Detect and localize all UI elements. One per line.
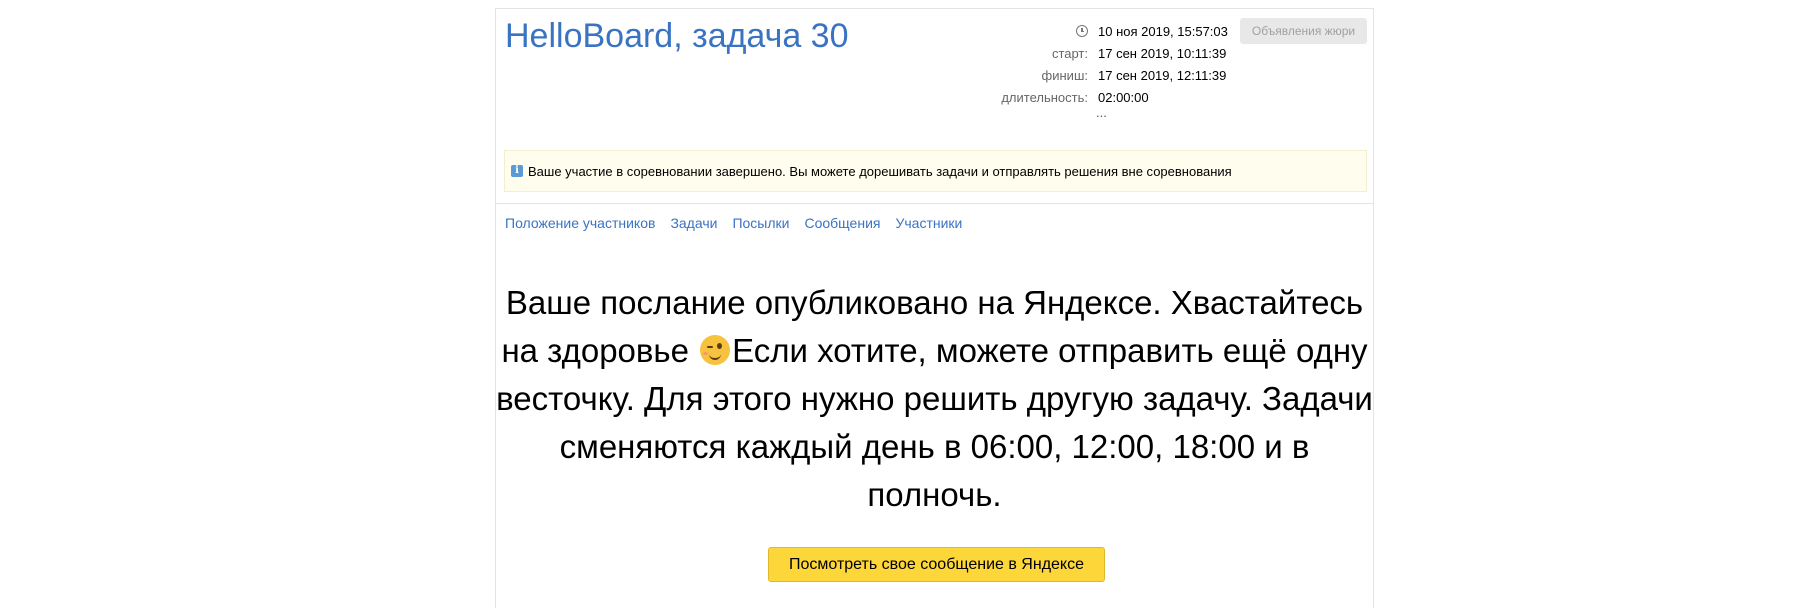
message-line: полночь. — [867, 476, 1002, 513]
content-area: Ваше послание опубликовано на Яндексе. Х… — [495, 8, 1374, 608]
message-line: сменяются каждый день в 06:00, 12:00, 18… — [559, 428, 1310, 465]
view-message-on-yandex-button[interactable]: Посмотреть свое сообщение в Яндексе — [768, 547, 1105, 582]
message-text: Если хотите, можете отправить ещё одну — [732, 332, 1368, 369]
message-line: на здоровье Если хотите, можете отправит… — [495, 327, 1374, 375]
message-text: на здоровье — [501, 332, 699, 369]
message-line: весточку. Для этого нужно решить другую … — [496, 380, 1373, 417]
message-line: Ваше послание опубликовано на Яндексе. Х… — [505, 284, 1364, 321]
published-message: Ваше послание опубликовано на Яндексе. Х… — [495, 279, 1374, 519]
wink-emoji-icon — [700, 335, 731, 365]
